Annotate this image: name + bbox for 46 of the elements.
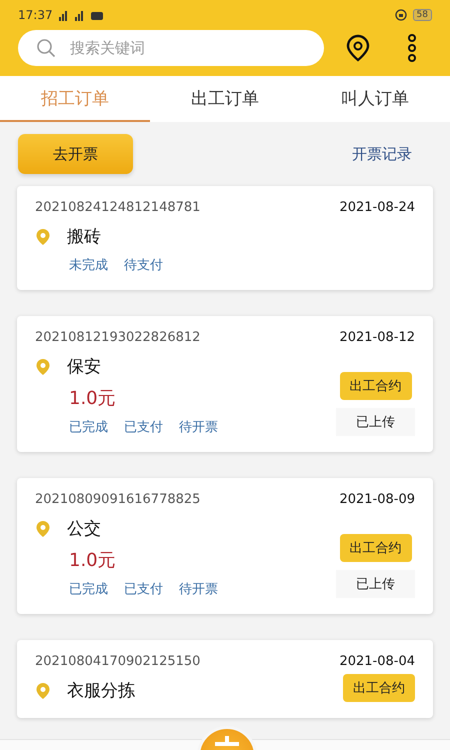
order-status: 已支付 bbox=[124, 419, 163, 436]
tab[interactable]: 出工订单 bbox=[150, 76, 300, 122]
order-number: 20210804170902125150 bbox=[35, 654, 200, 669]
order-date: 2021-08-12 bbox=[339, 330, 415, 345]
order-title: 公交 bbox=[67, 518, 101, 540]
location-pin-icon bbox=[35, 228, 51, 246]
order-card[interactable]: 20210804170902125150 2021-08-04 衣服分拣 出工合约 bbox=[17, 640, 433, 718]
order-number: 20210824124812148781 bbox=[35, 200, 200, 215]
order-price: 1.0元 bbox=[68, 387, 117, 410]
status-time: 17:37 bbox=[18, 8, 53, 22]
order-card[interactable]: 20210812193022826812 2021-08-12 保安 1.0元 已完成 已支付 待开票 出工合约 已上传 bbox=[17, 316, 433, 452]
order-number: 20210809091616778825 bbox=[35, 492, 200, 507]
upload-status: 已上传 bbox=[336, 408, 415, 436]
signal-icon bbox=[58, 9, 105, 21]
order-date: 2021-08-24 bbox=[339, 200, 415, 215]
location-pin-icon bbox=[35, 358, 51, 376]
order-card[interactable]: 20210824124812148781 2021-08-24 搬砖 未完成 待支付 bbox=[17, 186, 433, 290]
location-pin-icon bbox=[35, 682, 51, 700]
order-status: 待开票 bbox=[179, 581, 218, 598]
contract-button[interactable]: 出工合约 bbox=[340, 372, 412, 400]
invoice-records-link[interactable]: 开票记录 bbox=[352, 144, 412, 164]
order-title: 搬砖 bbox=[67, 226, 101, 248]
contract-button[interactable]: 出工合约 bbox=[343, 674, 415, 702]
search-field[interactable]: 搜索关键词 bbox=[18, 30, 324, 66]
order-status: 待支付 bbox=[124, 257, 163, 274]
order-status: 待开票 bbox=[179, 419, 218, 436]
contract-button[interactable]: 出工合约 bbox=[340, 534, 412, 562]
order-title: 衣服分拣 bbox=[67, 680, 135, 702]
order-card[interactable]: 20210809091616778825 2021-08-09 公交 1.0元 已完成 已支付 待开票 出工合约 已上传 bbox=[17, 478, 433, 614]
order-date: 2021-08-04 bbox=[339, 654, 415, 669]
order-status: 未完成 bbox=[69, 257, 108, 274]
order-status: 已完成 bbox=[69, 581, 108, 598]
order-date: 2021-08-09 bbox=[339, 492, 415, 507]
upload-status: 已上传 bbox=[336, 570, 415, 598]
battery-level: 58 bbox=[412, 9, 432, 21]
plus-icon bbox=[215, 736, 239, 746]
order-number: 20210812193022826812 bbox=[35, 330, 200, 345]
invoice-button[interactable]: 去开票 bbox=[18, 134, 133, 174]
order-status: 已完成 bbox=[69, 419, 108, 436]
order-title: 保安 bbox=[67, 356, 101, 378]
location-pin-icon bbox=[35, 520, 51, 538]
tab[interactable]: 叫人订单 bbox=[300, 76, 450, 122]
location-icon[interactable] bbox=[346, 34, 370, 62]
more-icon[interactable] bbox=[406, 34, 418, 62]
order-status: 已支付 bbox=[124, 581, 163, 598]
order-price: 1.0元 bbox=[68, 549, 117, 572]
